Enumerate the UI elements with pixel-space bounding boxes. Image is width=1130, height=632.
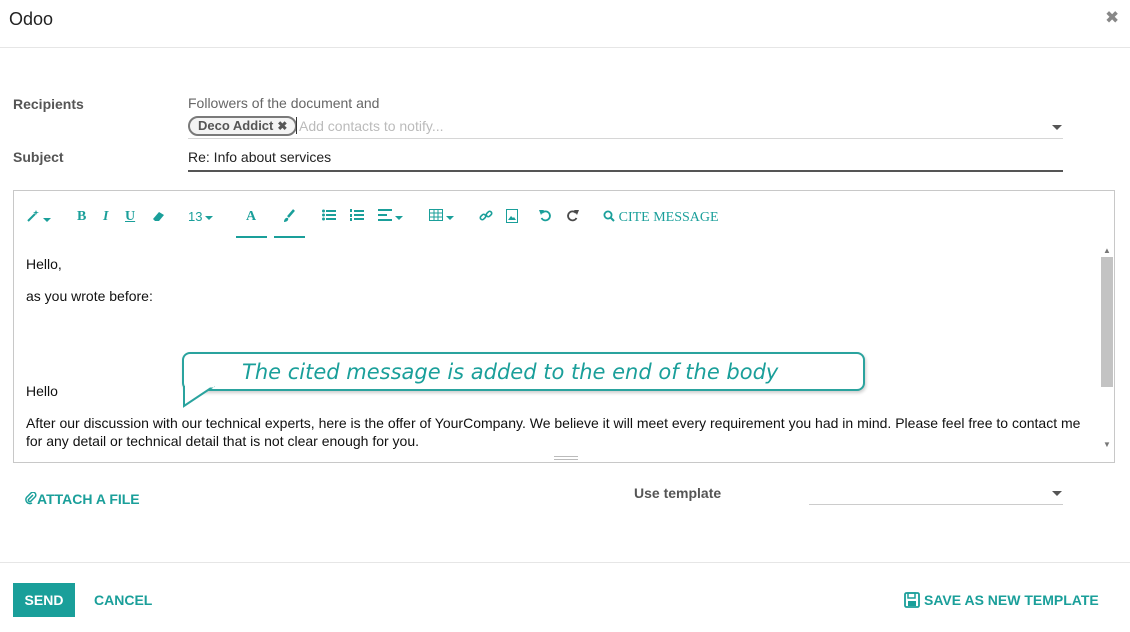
modal-header	[0, 0, 1130, 48]
html-editor: B I U 13 A CITE MESSAGE Hello, as you wr…	[13, 190, 1115, 463]
font-size-value: 13	[188, 209, 203, 224]
eraser-icon[interactable]	[152, 209, 166, 227]
scroll-down-arrow[interactable]: ▼	[1103, 440, 1111, 449]
bullet-list-icon[interactable]	[322, 209, 336, 225]
cite-message-label: CITE MESSAGE	[618, 210, 719, 225]
recipients-input[interactable]	[299, 115, 1039, 137]
subject-underline	[188, 170, 1063, 172]
callout-tail	[183, 386, 215, 408]
callout-text: The cited message is added to the end of…	[242, 360, 779, 384]
send-button[interactable]: SEND	[13, 583, 75, 617]
attach-file-label: ATTACH A FILE	[37, 491, 140, 507]
align-icon[interactable]	[378, 209, 403, 225]
recipients-label: Recipients	[13, 96, 84, 112]
editor-body[interactable]: Hello, as you wrote before: Hello After …	[26, 247, 1096, 453]
magic-wand-icon[interactable]	[26, 209, 51, 227]
editor-toolbar: B I U 13 A CITE MESSAGE	[14, 191, 1114, 239]
annotation-callout: The cited message is added to the end of…	[182, 352, 865, 391]
use-template-label: Use template	[634, 485, 722, 501]
cancel-button[interactable]: CANCEL	[94, 592, 152, 608]
paperclip-icon	[25, 491, 37, 505]
close-icon[interactable]: ✖	[1105, 8, 1119, 28]
underline-icon[interactable]: U	[125, 209, 135, 225]
font-size-dropdown[interactable]: 13	[188, 209, 214, 225]
scrollbar-thumb[interactable]	[1101, 257, 1113, 387]
template-underline	[809, 504, 1063, 505]
text-cursor	[296, 117, 297, 134]
bold-icon[interactable]: B	[77, 209, 86, 225]
image-icon[interactable]	[506, 209, 518, 227]
recipient-tag-label: Deco Addict	[198, 118, 274, 133]
template-select[interactable]	[809, 484, 1039, 502]
numbered-list-icon[interactable]	[350, 209, 364, 225]
undo-icon[interactable]	[539, 209, 552, 226]
scroll-up-arrow[interactable]: ▲	[1103, 246, 1111, 255]
followers-text: Followers of the document and	[188, 95, 380, 111]
body-line: Hello,	[26, 256, 62, 272]
link-icon[interactable]	[479, 209, 493, 227]
footer-divider	[0, 562, 1130, 563]
attach-file-button[interactable]: ATTACH A FILE	[25, 491, 140, 507]
highlight-color-indicator	[274, 236, 305, 238]
remove-tag-icon[interactable]: ✖	[277, 119, 287, 133]
cite-message-button[interactable]: CITE MESSAGE	[603, 209, 719, 226]
subject-input[interactable]: Re: Info about services	[188, 149, 331, 165]
modal-title: Odoo	[9, 9, 54, 29]
save-as-template-button[interactable]: SAVE AS NEW TEMPLATE	[904, 592, 1099, 608]
recipients-underline	[188, 138, 1063, 139]
recipients-dropdown-icon[interactable]	[1052, 125, 1062, 130]
text-color-indicator	[236, 236, 267, 238]
body-line: After our discussion with our technical …	[26, 415, 1081, 449]
redo-icon[interactable]	[566, 209, 579, 226]
text-color-icon[interactable]: A	[246, 209, 256, 225]
save-as-template-label: SAVE AS NEW TEMPLATE	[924, 592, 1099, 608]
table-icon[interactable]	[429, 209, 454, 225]
subject-label: Subject	[13, 149, 64, 165]
recipient-tag[interactable]: Deco Addict ✖	[188, 116, 298, 136]
editor-resize-handle[interactable]	[554, 456, 578, 460]
body-line: as you wrote before:	[26, 288, 153, 304]
save-icon	[904, 592, 920, 608]
search-icon	[603, 210, 615, 222]
italic-icon[interactable]: I	[103, 209, 108, 225]
highlight-brush-icon[interactable]	[282, 209, 296, 227]
template-dropdown-icon[interactable]	[1052, 491, 1062, 496]
